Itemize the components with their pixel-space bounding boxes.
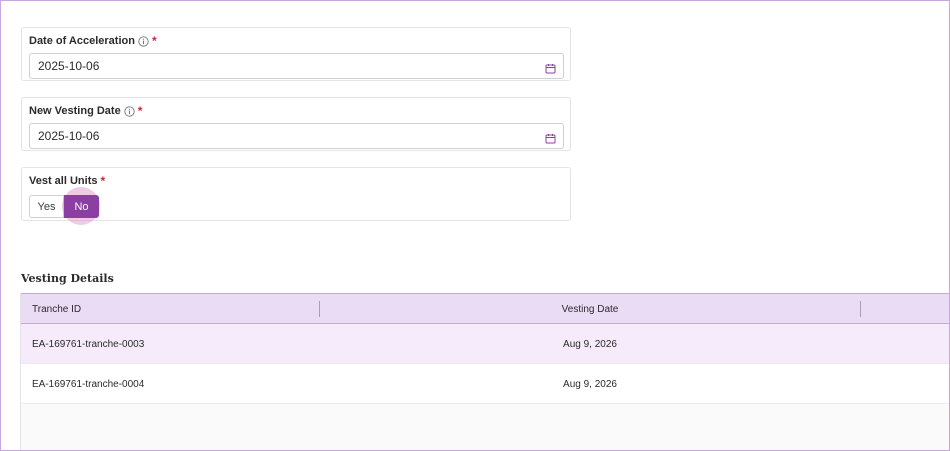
- vesting-date-cell: Aug 9, 2026: [563, 378, 617, 390]
- yes-option-button[interactable]: Yes: [29, 195, 64, 218]
- column-header-tranche-id[interactable]: Tranche ID: [32, 294, 81, 324]
- new-vesting-date-label: New Vesting Date: [29, 105, 121, 117]
- vest-all-units-card: Vest all Units * Yes No: [21, 167, 571, 221]
- vest-all-units-toggle: Yes No: [29, 195, 99, 218]
- acceleration-date-label-group: Date of Acceleration *: [29, 34, 157, 48]
- column-header-vesting-date[interactable]: Vesting Date: [320, 294, 860, 324]
- vest-all-units-label-group: Vest all Units *: [29, 174, 105, 188]
- new-vesting-date-card: New Vesting Date *: [21, 97, 571, 151]
- required-mark: *: [151, 34, 157, 48]
- info-icon[interactable]: [138, 35, 149, 47]
- new-vesting-date-field[interactable]: [29, 123, 564, 149]
- calendar-icon[interactable]: [545, 131, 556, 144]
- acceleration-date-card: Date of Acceleration *: [21, 27, 571, 81]
- acceleration-date-field[interactable]: [29, 53, 564, 79]
- column-resize-handle[interactable]: [860, 301, 861, 317]
- tranche-id-cell: EA-169761-tranche-0004: [32, 378, 145, 390]
- required-mark: *: [100, 174, 106, 188]
- acceleration-date-input[interactable]: [30, 54, 563, 78]
- vesting-details-table: Tranche ID Vesting Date EA-169761-tranch…: [20, 293, 950, 451]
- new-vesting-date-label-group: New Vesting Date *: [29, 104, 142, 118]
- no-option-button[interactable]: No: [64, 195, 99, 218]
- table-header: Tranche ID Vesting Date: [21, 293, 950, 324]
- tranche-id-cell: EA-169761-tranche-0003: [32, 338, 145, 350]
- vesting-details-title: Vesting Details: [21, 272, 114, 285]
- calendar-icon[interactable]: [545, 61, 556, 74]
- table-row[interactable]: EA-169761-tranche-0003 Aug 9, 2026: [21, 324, 950, 364]
- acceleration-date-label: Date of Acceleration: [29, 35, 135, 47]
- vest-all-units-label: Vest all Units: [29, 175, 98, 187]
- required-mark: *: [137, 104, 143, 118]
- vesting-date-cell: Aug 9, 2026: [563, 338, 617, 350]
- info-icon[interactable]: [124, 105, 135, 117]
- new-vesting-date-input[interactable]: [30, 124, 563, 148]
- table-row[interactable]: EA-169761-tranche-0004 Aug 9, 2026: [21, 364, 950, 404]
